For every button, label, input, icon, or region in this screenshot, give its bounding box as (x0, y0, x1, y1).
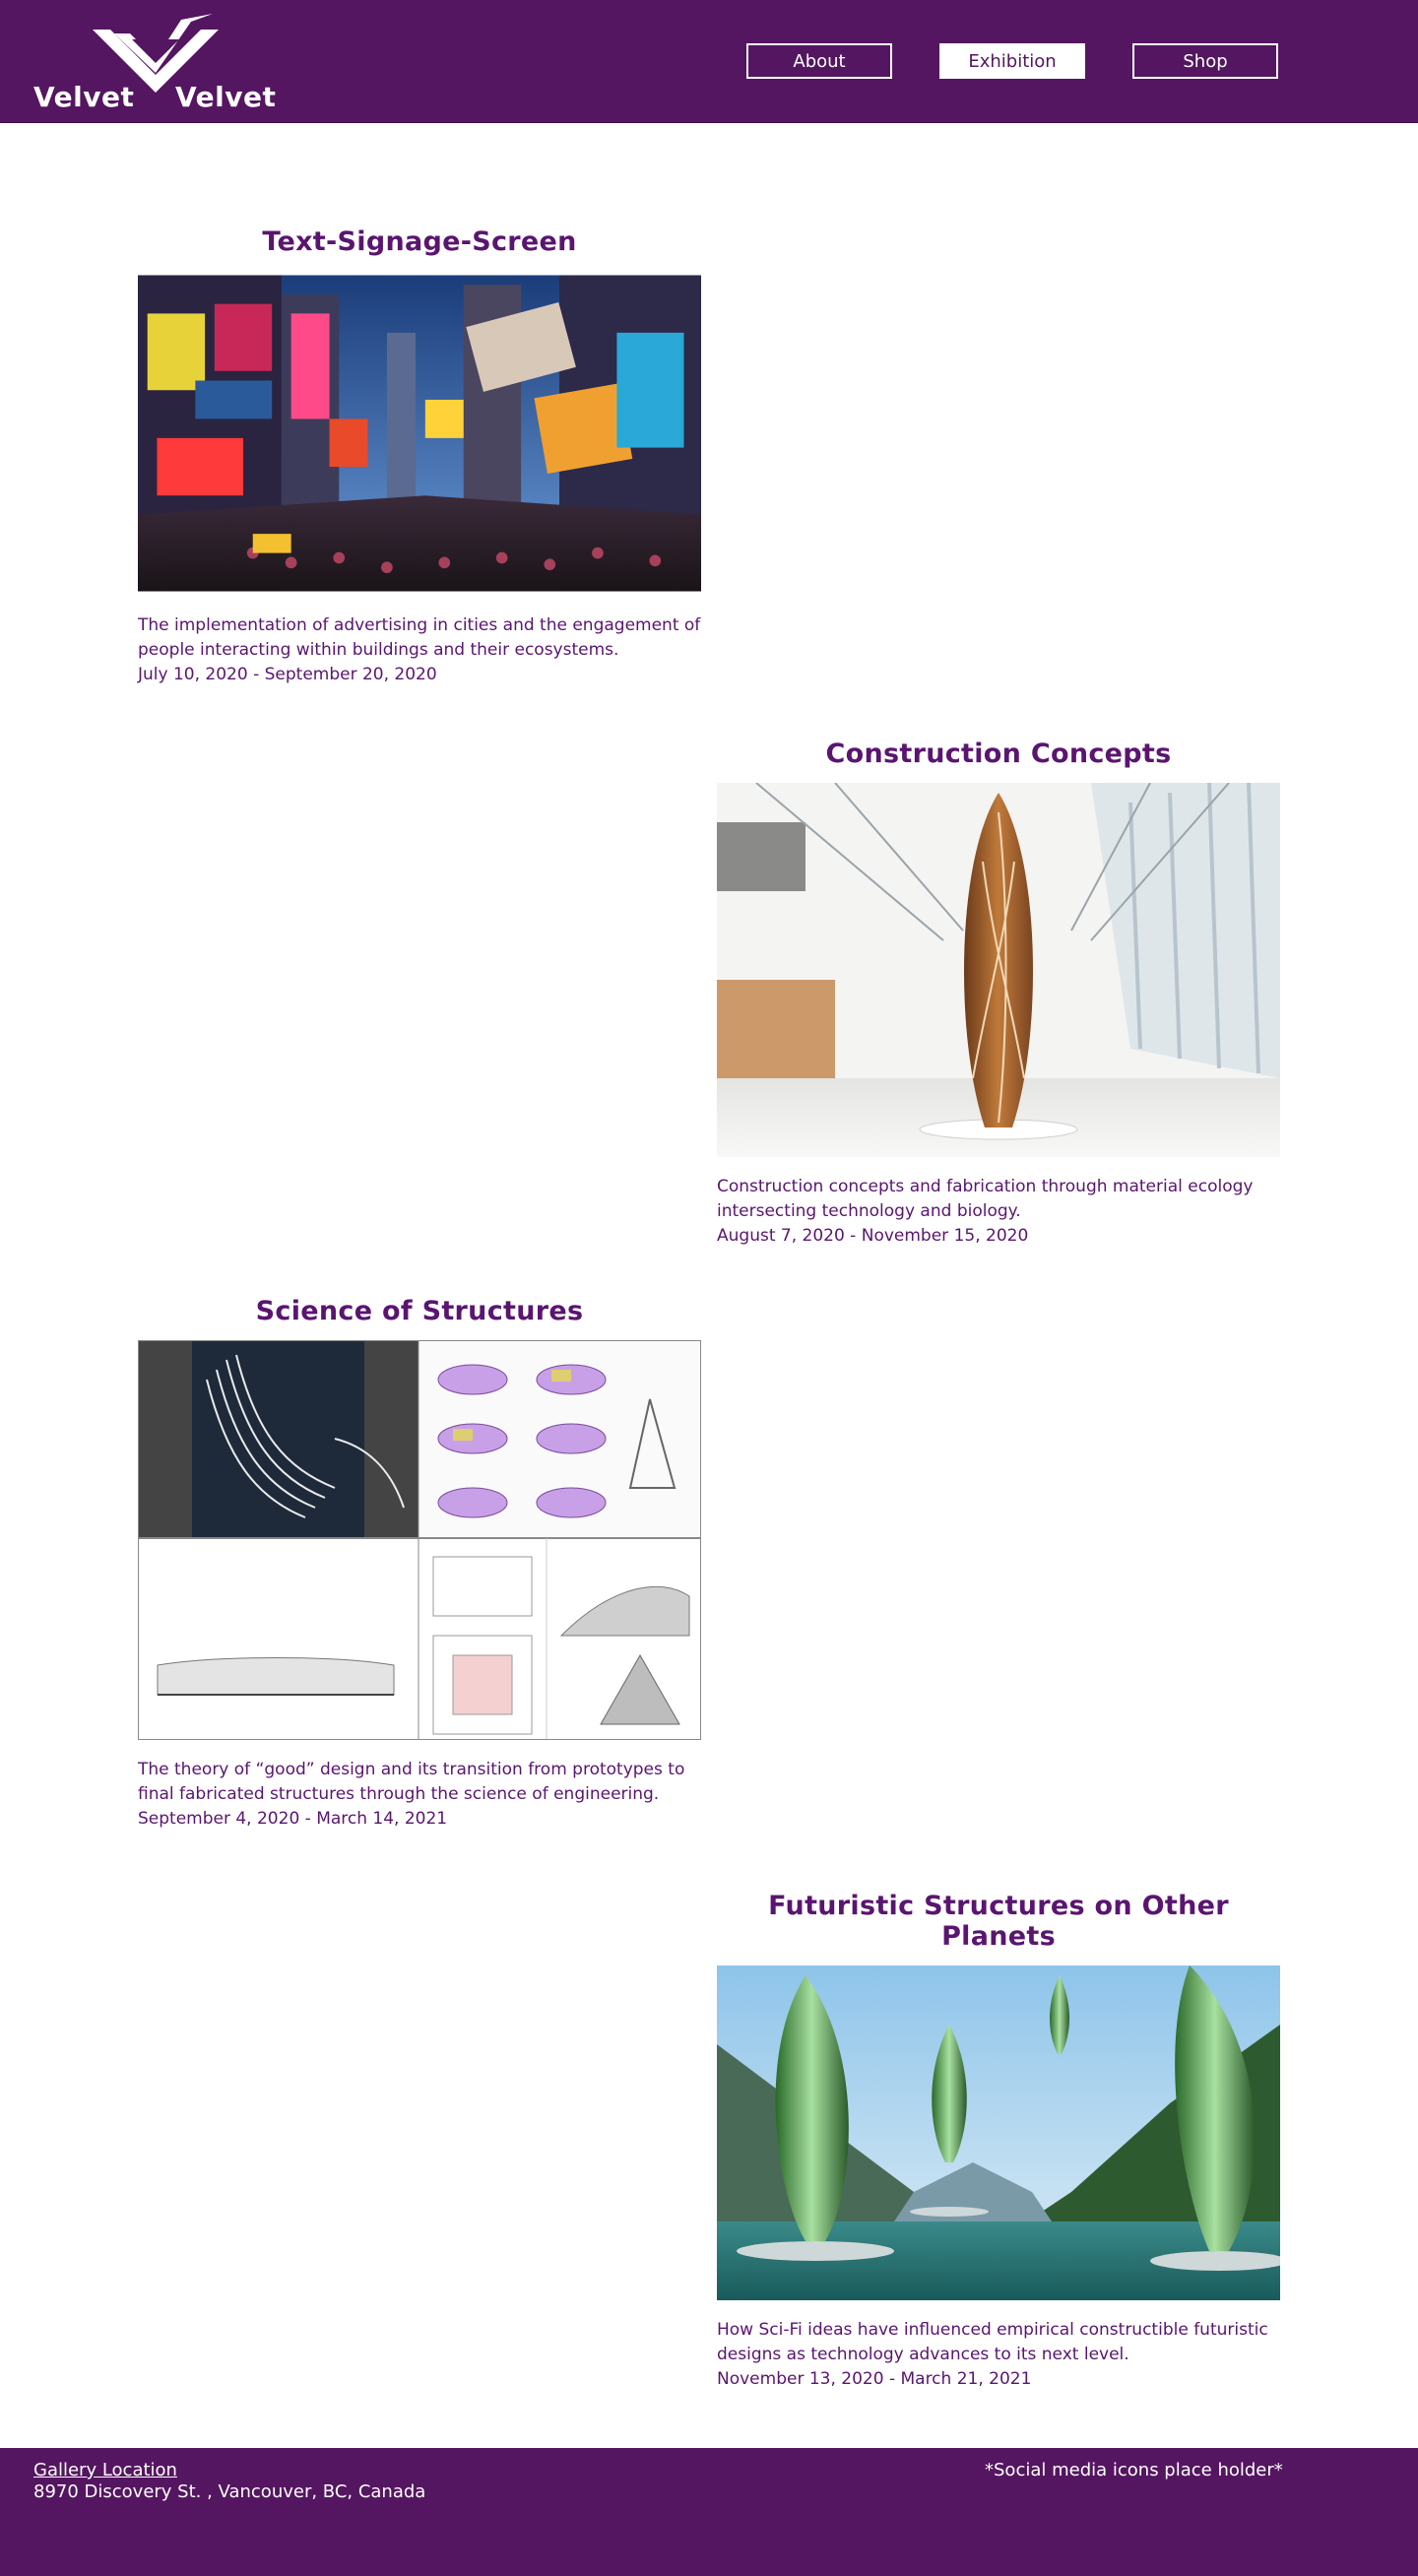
exhibit-title: Text-Signage-Screen (262, 226, 577, 257)
city-signage-photo[interactable] (138, 271, 701, 596)
exhibit-dates: August 7, 2020 - November 15, 2020 (717, 1226, 1029, 1246)
site-footer: Gallery Location 8970 Discovery St. , Va… (0, 2448, 1418, 2576)
architecture-sketches-image[interactable] (138, 1340, 701, 1740)
logo-text-left: Velvet (33, 81, 135, 113)
velvet-logo[interactable]: Velvet Velvet (33, 12, 280, 114)
exhibit-description: The theory of “good” design and its tran… (138, 1760, 685, 1804)
exhibit-card: Construction Concepts Construction conce… (717, 739, 1280, 1249)
gallery-location-link[interactable]: Gallery Location (33, 2460, 177, 2480)
exhibit-dates: November 13, 2020 - March 21, 2021 (717, 2369, 1032, 2389)
exhibit-card: Text-Signage-Screen The implementation o… (138, 226, 701, 687)
exhibit-title: Construction Concepts (825, 739, 1172, 769)
sculpture-gallery-photo[interactable] (717, 783, 1280, 1157)
nav-exhibition-button[interactable]: Exhibition (939, 43, 1085, 79)
exhibit-dates: July 10, 2020 - September 20, 2020 (138, 665, 437, 684)
nav-about-button[interactable]: About (746, 43, 892, 79)
exhibit-description: The implementation of advertising in cit… (138, 615, 701, 660)
logo-text-right: Velvet (175, 81, 277, 113)
exhibit-title: Science of Structures (255, 1296, 584, 1326)
nav-shop-button[interactable]: Shop (1132, 43, 1278, 79)
exhibit-card: Futuristic Structures on Other Planets H… (717, 1891, 1280, 2392)
exhibit-title: Futuristic Structures on Other Planets (768, 1891, 1229, 1952)
site-header: Velvet Velvet About Exhibition Shop (0, 0, 1418, 123)
gallery-address: 8970 Discovery St. , Vancouver, BC, Cana… (33, 2481, 426, 2502)
social-icons-placeholder: *Social media icons place holder* (985, 2460, 1283, 2480)
futuristic-towers-render[interactable] (717, 1965, 1280, 2300)
exhibit-card: Science of Structures The theory of “goo… (138, 1296, 701, 1832)
exhibit-description: How Sci-Fi ideas have influenced empiric… (717, 2320, 1268, 2364)
exhibit-dates: September 4, 2020 - March 14, 2021 (138, 1809, 448, 1829)
exhibit-description: Construction concepts and fabrication th… (717, 1177, 1254, 1221)
